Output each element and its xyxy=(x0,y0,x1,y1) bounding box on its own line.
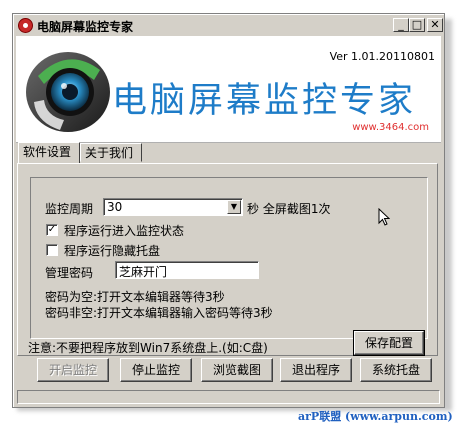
start-monitor-button[interactable]: 开启监控 xyxy=(37,358,109,382)
hide-tray-checkbox[interactable] xyxy=(46,244,58,256)
period-combobox[interactable]: 30 ▼ xyxy=(103,198,243,216)
mouse-cursor-icon xyxy=(378,208,390,226)
header-banner: Ver 1.01.20110801 电脑屏幕监控专家 www.3464.com xyxy=(16,36,441,143)
website-link[interactable]: www.3464.com xyxy=(352,122,429,133)
hint-empty-password: 密码为空:打开文本编辑器等待3秒 xyxy=(45,290,225,304)
chevron-down-icon[interactable]: ▼ xyxy=(227,200,241,214)
period-label: 监控周期 xyxy=(45,202,94,216)
window-title: 电脑屏幕监控专家 xyxy=(37,20,134,34)
auto-monitor-label[interactable]: 程序运行进入监控状态 xyxy=(64,222,184,239)
hint-nonempty-password: 密码非空:打开文本编辑器输入密码等待3秒 xyxy=(45,306,273,320)
close-button[interactable]: ✕ xyxy=(427,18,443,32)
app-name-banner: 电脑屏幕监控专家 xyxy=(112,81,417,121)
auto-monitor-checkbox[interactable]: ✓ xyxy=(46,224,58,236)
status-bar xyxy=(17,390,440,404)
save-config-button[interactable]: 保存配置 xyxy=(353,330,425,356)
system-tray-button[interactable]: 系统托盘 xyxy=(360,358,432,382)
watermark: arP联盟 (www.arpun.com) xyxy=(298,410,453,423)
settings-group: 监控周期 30 ▼ 秒 全屏截图1次 ✓ 程序运行进入监控状态 程序运行隐藏托盘… xyxy=(30,177,428,339)
camera-lens-icon xyxy=(26,52,110,132)
period-value: 30 xyxy=(107,200,123,214)
settings-panel: 监控周期 30 ▼ 秒 全屏截图1次 ✓ 程序运行进入监控状态 程序运行隐藏托盘… xyxy=(17,163,438,356)
tab-software-settings[interactable]: 软件设置 xyxy=(18,142,80,163)
stop-monitor-button[interactable]: 停止监控 xyxy=(120,358,192,382)
app-icon[interactable] xyxy=(18,18,33,33)
password-input[interactable]: 芝麻开门 xyxy=(115,261,259,279)
period-suffix: 秒 全屏截图1次 xyxy=(247,202,331,216)
hide-tray-label[interactable]: 程序运行隐藏托盘 xyxy=(64,242,160,259)
maximize-button[interactable]: □ xyxy=(409,18,425,32)
notice-text: 注意:不要把程序放到Win7系统盘上.(如:C盘) xyxy=(28,341,268,355)
browse-screenshots-button[interactable]: 浏览截图 xyxy=(201,358,273,382)
title-bar[interactable]: 电脑屏幕监控专家 _ □ ✕ xyxy=(16,17,443,35)
version-label: Ver 1.01.20110801 xyxy=(329,50,435,63)
exit-program-button[interactable]: 退出程序 xyxy=(280,358,352,382)
tab-about-us[interactable]: 关于我们 xyxy=(80,143,142,162)
password-label: 管理密码 xyxy=(45,266,94,280)
minimize-button[interactable]: _ xyxy=(393,18,409,32)
